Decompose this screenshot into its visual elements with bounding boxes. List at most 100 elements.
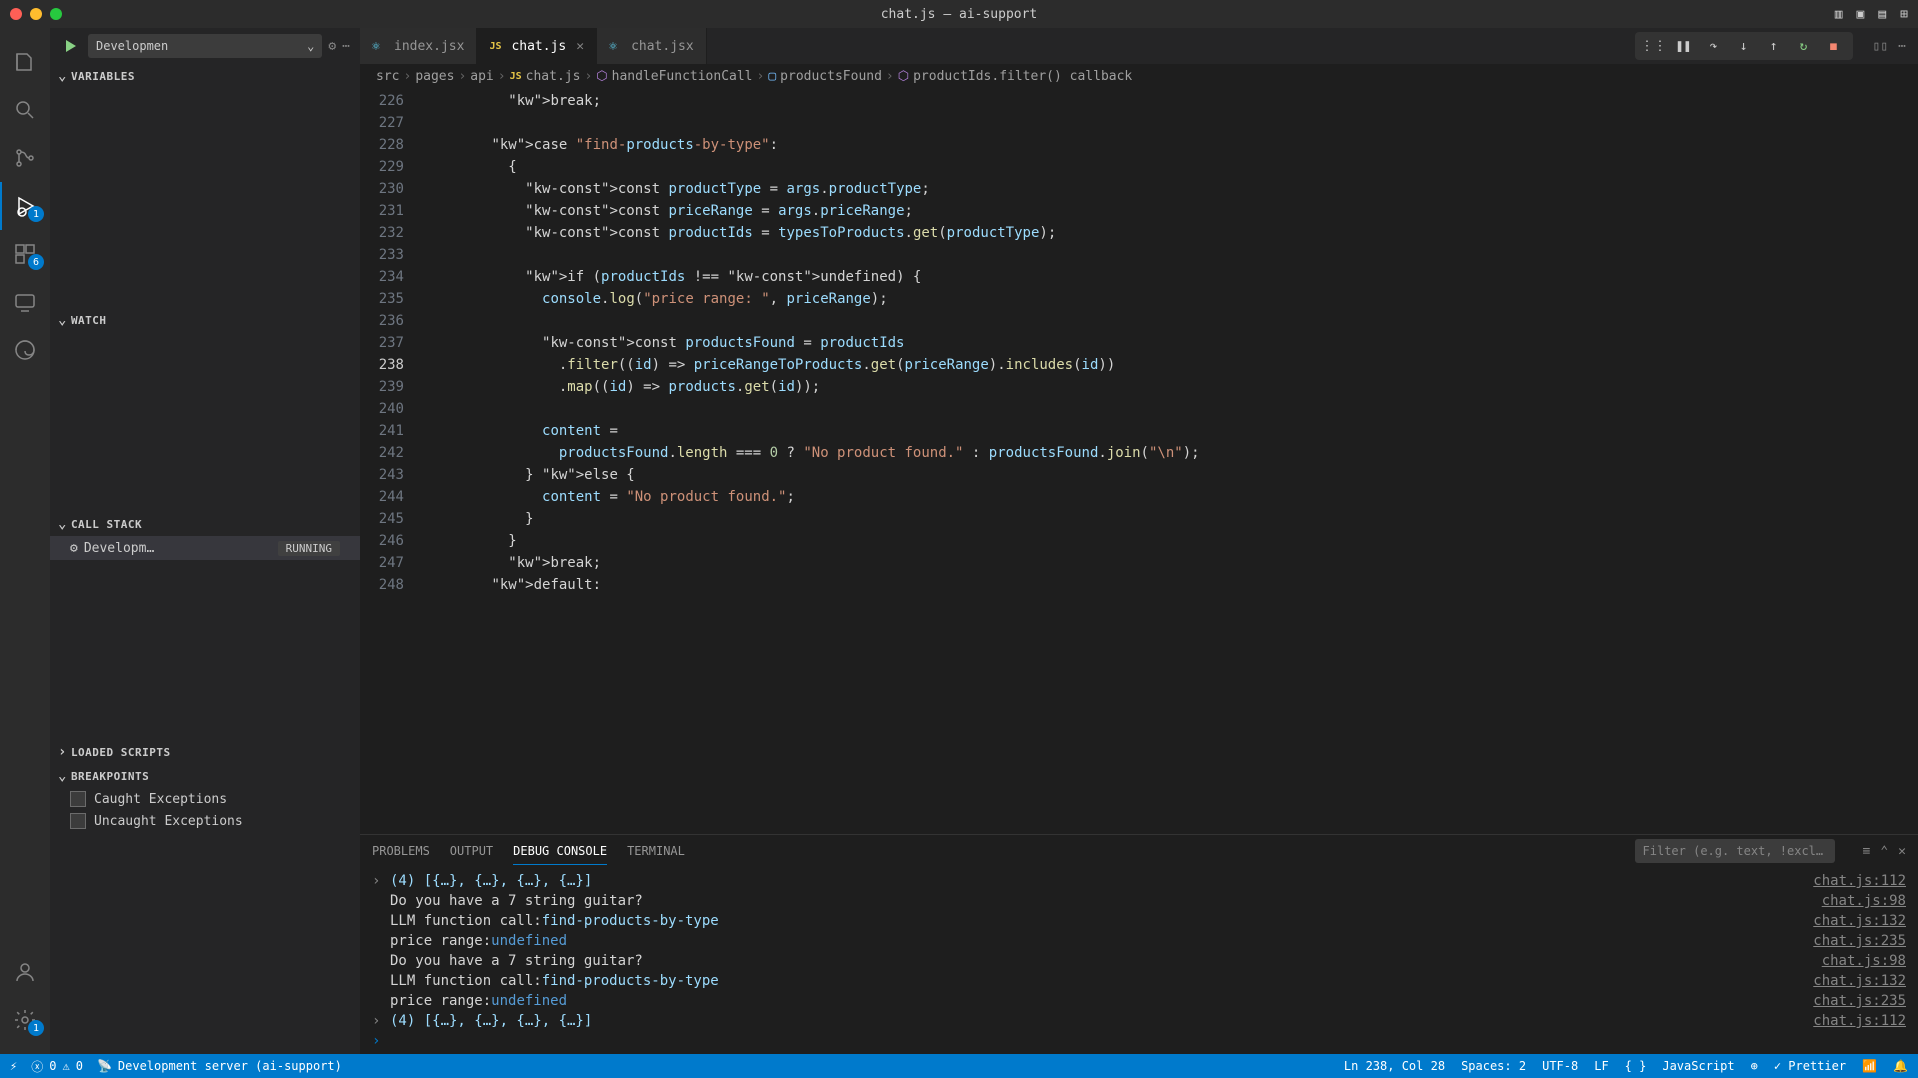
- activity-bar: 1 6 1: [0, 28, 50, 1054]
- loaded-scripts-header[interactable]: LOADED SCRIPTS: [50, 740, 360, 764]
- tab-problems[interactable]: PROBLEMS: [372, 838, 430, 864]
- indent-status[interactable]: Spaces: 2: [1461, 1059, 1526, 1073]
- start-debug-button[interactable]: [60, 35, 82, 57]
- layout-icon[interactable]: ⊞: [1900, 7, 1908, 22]
- console-output[interactable]: ›(4) [{…}, {…}, {…}, {…}]chat.js:112Do y…: [360, 867, 1918, 1054]
- window-title: chat.js — ai-support: [881, 7, 1038, 22]
- collapse-icon[interactable]: ⌃: [1880, 844, 1888, 859]
- console-line: LLM function call: find-products-by-type…: [372, 911, 1906, 931]
- edge-icon[interactable]: [0, 326, 50, 374]
- panel-bottom-icon[interactable]: ▣: [1857, 7, 1865, 22]
- eol-status[interactable]: LF: [1594, 1059, 1608, 1073]
- chevron-right-icon: [58, 744, 67, 760]
- debug-config-select[interactable]: Developmen ⌄: [88, 34, 322, 58]
- drag-handle-icon[interactable]: ⋮⋮: [1645, 39, 1663, 54]
- console-line: price range: undefinedchat.js:235: [372, 991, 1906, 1011]
- editor-body[interactable]: 2262272282292302312322332342352362372382…: [360, 88, 1918, 834]
- breakpoints-header[interactable]: BREAKPOINTS: [50, 764, 360, 788]
- console-source-link[interactable]: chat.js:112: [1813, 1011, 1906, 1031]
- account-icon[interactable]: [0, 948, 50, 996]
- errors-count[interactable]: ⓧ0 ⚠0: [31, 1058, 83, 1075]
- callstack-header[interactable]: CALL STACK: [50, 512, 360, 536]
- tab-terminal[interactable]: TERMINAL: [627, 838, 685, 864]
- code-content[interactable]: "kw">break; "kw">case "find-products-by-…: [424, 88, 1918, 834]
- breadcrumb[interactable]: src› pages› api› JS chat.js› ⬡ handleFun…: [360, 64, 1918, 88]
- run-debug-icon[interactable]: 1: [0, 182, 50, 230]
- remote-indicator[interactable]: ⚡: [10, 1059, 17, 1073]
- console-source-link[interactable]: chat.js:112: [1813, 871, 1906, 891]
- breakpoint-uncaught[interactable]: Uncaught Exceptions: [50, 810, 360, 832]
- callstack-item[interactable]: ⚙ Developm… RUNNING: [50, 536, 360, 560]
- line-gutter: 2262272282292302312322332342352362372382…: [360, 88, 424, 834]
- console-line: Do you have a 7 string guitar?chat.js:98: [372, 891, 1906, 911]
- feedback-icon[interactable]: 📶: [1862, 1059, 1877, 1073]
- maximize-window[interactable]: [50, 8, 62, 20]
- method-icon: ⬡: [596, 69, 607, 84]
- split-editor-icon[interactable]: ▯▯: [1873, 39, 1889, 54]
- console-source-link[interactable]: chat.js:132: [1813, 911, 1906, 931]
- console-input[interactable]: ›: [372, 1031, 1906, 1051]
- tab-output[interactable]: OUTPUT: [450, 838, 493, 864]
- console-source-link[interactable]: chat.js:235: [1813, 931, 1906, 951]
- console-source-link[interactable]: chat.js:98: [1822, 951, 1906, 971]
- encoding-status[interactable]: UTF-8: [1542, 1059, 1578, 1073]
- watch-body: [50, 332, 360, 512]
- tab-bar: ⚛index.jsxJSchat.js✕⚛chat.jsx ⋮⋮ ❚❚ ↷ ↓ …: [360, 28, 1918, 64]
- console-line: ›(4) [{…}, {…}, {…}, {…}]chat.js:112: [372, 871, 1906, 891]
- variables-header[interactable]: VARIABLES: [50, 64, 360, 88]
- restart-button[interactable]: ↻: [1795, 39, 1813, 54]
- close-icon[interactable]: ✕: [1898, 844, 1906, 859]
- tab-debug-console[interactable]: DEBUG CONSOLE: [513, 838, 607, 865]
- extensions-icon[interactable]: 6: [0, 230, 50, 278]
- close-window[interactable]: [10, 8, 22, 20]
- explorer-icon[interactable]: [0, 38, 50, 86]
- tab-chat-js[interactable]: JSchat.js✕: [477, 28, 597, 64]
- bracket-icon[interactable]: { }: [1625, 1059, 1647, 1073]
- close-icon[interactable]: ✕: [576, 39, 584, 54]
- console-line: price range: undefinedchat.js:235: [372, 931, 1906, 951]
- prettier-status[interactable]: ✓ Prettier: [1774, 1059, 1846, 1073]
- stop-button[interactable]: ◼: [1825, 39, 1843, 54]
- panel-right-icon[interactable]: ▤: [1878, 7, 1886, 22]
- settings-icon[interactable]: 1: [0, 996, 50, 1044]
- remote-icon[interactable]: [0, 278, 50, 326]
- step-over-button[interactable]: ↷: [1705, 39, 1723, 54]
- dev-server-status[interactable]: 📡Development server (ai-support): [97, 1059, 342, 1073]
- console-line: Do you have a 7 string guitar?chat.js:98: [372, 951, 1906, 971]
- pause-button[interactable]: ❚❚: [1675, 39, 1693, 54]
- checkbox[interactable]: [70, 813, 86, 829]
- console-source-link[interactable]: chat.js:235: [1813, 991, 1906, 1011]
- breakpoint-caught[interactable]: Caught Exceptions: [50, 788, 360, 810]
- minimize-window[interactable]: [30, 8, 42, 20]
- status-badge: RUNNING: [278, 541, 340, 556]
- gear-icon[interactable]: ⚙: [328, 39, 336, 54]
- console-line: LLM function call: find-products-by-type…: [372, 971, 1906, 991]
- panel-left-icon[interactable]: ▥: [1835, 7, 1843, 22]
- console-filter-input[interactable]: Filter (e.g. text, !excl…: [1635, 839, 1835, 863]
- cursor-position[interactable]: Ln 238, Col 28: [1344, 1059, 1445, 1073]
- chevron-down-icon: [58, 516, 67, 532]
- list-icon[interactable]: ≡: [1863, 844, 1871, 859]
- step-out-button[interactable]: ↑: [1765, 39, 1783, 54]
- console-source-link[interactable]: chat.js:98: [1822, 891, 1906, 911]
- tab-index-jsx[interactable]: ⚛index.jsx: [360, 28, 477, 64]
- language-status[interactable]: JavaScript: [1662, 1059, 1734, 1073]
- copilot-icon[interactable]: ⊕: [1751, 1059, 1758, 1073]
- bell-icon[interactable]: 🔔: [1893, 1059, 1908, 1073]
- chevron-down-icon: ⌄: [307, 39, 314, 53]
- step-into-button[interactable]: ↓: [1735, 39, 1753, 54]
- react-icon: ⚛: [609, 38, 625, 54]
- checkbox[interactable]: [70, 791, 86, 807]
- react-icon: ⚛: [372, 38, 388, 54]
- more-icon[interactable]: ⋯: [1898, 39, 1906, 54]
- debug-sidebar: Developmen ⌄ ⚙ ⋯ VARIABLES WATCH CALL ST…: [50, 28, 360, 1054]
- debug-controls: ⋮⋮ ❚❚ ↷ ↓ ↑ ↻ ◼: [1635, 32, 1853, 60]
- source-control-icon[interactable]: [0, 134, 50, 182]
- tab-chat-jsx[interactable]: ⚛chat.jsx: [597, 28, 707, 64]
- more-icon[interactable]: ⋯: [342, 39, 350, 54]
- chevron-down-icon: [58, 312, 67, 328]
- debug-icon: ⚙: [70, 541, 78, 556]
- search-icon[interactable]: [0, 86, 50, 134]
- console-source-link[interactable]: chat.js:132: [1813, 971, 1906, 991]
- watch-header[interactable]: WATCH: [50, 308, 360, 332]
